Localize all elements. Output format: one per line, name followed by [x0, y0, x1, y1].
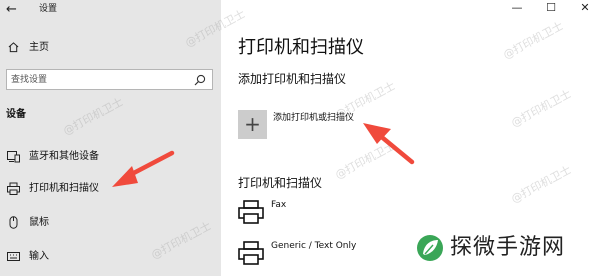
printer-item-fax[interactable]: Fax	[238, 199, 578, 235]
window-controls: — ☐ ✕	[500, 0, 600, 16]
sidebar-item-home[interactable]: 主页	[0, 38, 221, 58]
leaf-logo-icon	[417, 235, 443, 261]
maximize-button[interactable]: ☐	[540, 1, 562, 15]
add-printer-label[interactable]: 添加打印机或扫描仪	[273, 112, 354, 124]
sidebar-item-label: 鼠标	[29, 217, 49, 228]
sidebar-item-label: 打印机和扫描仪	[29, 183, 99, 194]
add-section-heading: 添加打印机和扫描仪	[238, 72, 347, 86]
section-label-devices: 设备	[6, 109, 26, 120]
keyboard-icon	[7, 252, 20, 261]
plus-icon: +	[244, 112, 261, 136]
printer-name: Generic / Text Only	[271, 241, 357, 251]
printer-name: Fax	[271, 200, 287, 210]
minimize-button[interactable]: —	[506, 1, 528, 15]
site-logo-text: 探微手游网	[450, 235, 566, 260]
site-logo: 探微手游网	[416, 232, 592, 266]
page-title: 打印机和扫描仪	[238, 37, 364, 58]
sidebar-item-printers[interactable]: 打印机和扫描仪	[0, 177, 221, 201]
home-label: 主页	[29, 42, 49, 53]
settings-sidebar: ← 设置 主页 设备 蓝牙和其他设备 打印机和扫描仪	[0, 0, 221, 276]
printers-section-heading: 打印机和扫描仪	[238, 176, 323, 190]
sidebar-item-input[interactable]: 输入	[0, 245, 221, 269]
sidebar-item-bluetooth[interactable]: 蓝牙和其他设备	[0, 145, 221, 169]
printer-icon	[238, 241, 264, 265]
printer-icon	[7, 182, 20, 195]
mouse-icon	[9, 216, 18, 229]
bluetooth-device-icon	[7, 151, 20, 163]
close-button[interactable]: ✕	[574, 1, 596, 15]
home-icon	[8, 42, 19, 53]
back-button[interactable]: ←	[6, 3, 22, 17]
search-icon[interactable]	[194, 74, 206, 86]
search-input[interactable]	[11, 73, 181, 86]
app-title: 设置	[39, 4, 58, 14]
sidebar-item-mouse[interactable]: 鼠标	[0, 211, 221, 235]
printer-icon	[238, 200, 264, 224]
sidebar-item-label: 输入	[29, 251, 49, 262]
add-printer-button[interactable]: +	[238, 110, 267, 139]
sidebar-item-label: 蓝牙和其他设备	[29, 151, 99, 162]
search-box[interactable]	[6, 69, 213, 90]
